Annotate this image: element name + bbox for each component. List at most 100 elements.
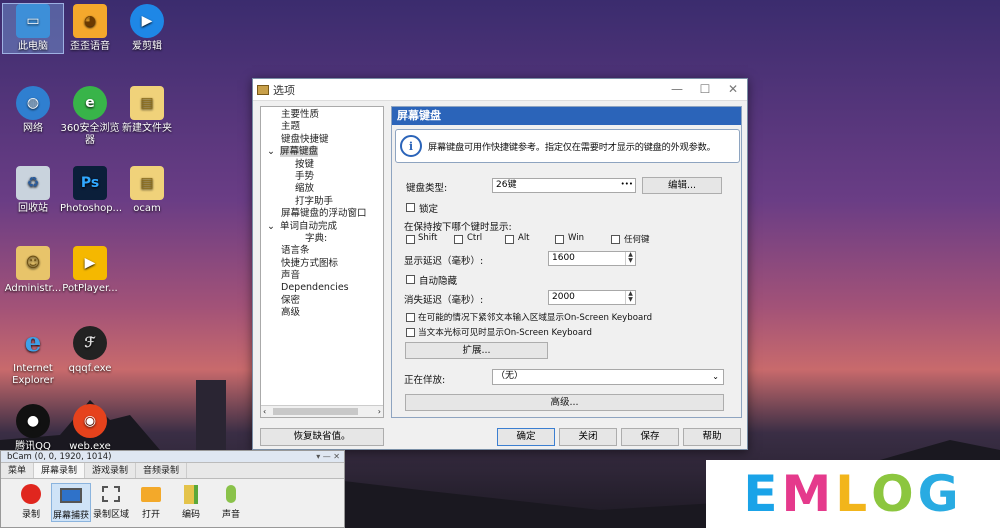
any-key-checkbox[interactable] [611, 235, 620, 244]
tree-item[interactable]: ⌄ 单词自动完成 [261, 221, 383, 233]
settings-tree: 主要性质 主题 键盘快捷键 ⌄ 屏幕键盘 按键 手势 缩放 打字助手 屏幕键盘的浮… [260, 106, 384, 418]
area-select-icon [99, 483, 123, 505]
desktop-icon-web[interactable]: ◉ web.exe [60, 404, 120, 453]
penguin-icon: ● [16, 404, 50, 438]
desktop-icon-potplayer[interactable]: ▶ PotPlayer... [60, 246, 120, 295]
desktop-icon-aijianji[interactable]: ▶ 爱剪辑 [117, 4, 177, 53]
expand-button[interactable]: 扩展... [405, 342, 548, 359]
close-button[interactable]: 关闭 [559, 428, 617, 446]
show-delay-input[interactable]: 1600 ▲ ▼ [548, 251, 636, 266]
tree-item[interactable]: 字典: [261, 233, 383, 245]
tree-item[interactable]: 屏幕键盘的浮动窗口 [261, 208, 383, 220]
desktop-icon-new-folder[interactable]: ▤ 新建文件夹 [117, 86, 177, 135]
spinner-icon[interactable]: ▲ ▼ [625, 252, 635, 265]
globe-icon: ◍ [16, 86, 50, 120]
panel-title: 屏幕键盘 [392, 107, 741, 125]
mascot-icon: ◉ [73, 404, 107, 438]
win-checkbox[interactable] [555, 235, 564, 244]
auto-hide-checkbox[interactable] [406, 275, 415, 284]
desktop-icon-network[interactable]: ◍ 网络 [3, 86, 63, 135]
folder-icon [139, 483, 163, 505]
tab-game-record[interactable]: 游戏录制 [85, 463, 137, 478]
tree-item[interactable]: 保密 [261, 295, 383, 307]
tree-horizontal-scrollbar[interactable]: ‹ › [261, 404, 383, 417]
keyboard-app-icon [257, 84, 269, 95]
tree-item[interactable]: 主题 [261, 121, 383, 133]
open-button[interactable]: 打开 [131, 483, 171, 522]
emlog-logo: E M L O G [706, 460, 1000, 528]
scroll-right-icon[interactable]: › [378, 406, 381, 417]
tree-item[interactable]: 键盘快捷键 [261, 134, 383, 146]
desktop-icon-administrator[interactable]: ☺ Administr... [3, 246, 63, 295]
keyboard-type-field[interactable]: 26键 ••• [492, 178, 636, 193]
microphone-icon [219, 483, 243, 505]
desktop-icon-ocam[interactable]: ▤ ocam [117, 166, 177, 215]
ok-button[interactable]: 确定 [497, 428, 555, 446]
tab-audio-record[interactable]: 音频录制 [136, 463, 188, 478]
tab-menu[interactable]: 菜单 [1, 463, 35, 478]
desktop-icon-this-pc[interactable]: ▭ 此电脑 [2, 3, 64, 54]
advanced-button[interactable]: 高级... [405, 394, 724, 411]
desktop-icon-ie[interactable]: e Internet Explorer [3, 326, 63, 387]
chevron-down-icon: ⌄ [267, 220, 275, 232]
recorder-window: bCam (0, 0, 1920, 1014) ▾ — ✕ 菜单 屏幕录制 游戏… [0, 450, 345, 528]
tree-item[interactable]: 手势 [261, 171, 383, 183]
desktop-icon-yy[interactable]: ◕ 歪歪语音 [60, 4, 120, 53]
internet-explorer-icon: e [24, 328, 42, 358]
tree-item[interactable]: 按键 [261, 159, 383, 171]
spinner-icon[interactable]: ▲ ▼ [625, 291, 635, 304]
alt-checkbox[interactable] [505, 235, 514, 244]
tab-screen-record[interactable]: 屏幕录制 [34, 463, 86, 478]
tree-item[interactable]: Dependencies [261, 282, 383, 294]
cursor-visible-checkbox[interactable] [406, 328, 415, 337]
tree-item[interactable]: 高级 [261, 307, 383, 319]
tree-item[interactable]: 声音 [261, 270, 383, 282]
dialog-titlebar[interactable]: 选项 — ☐ ✕ [253, 79, 747, 101]
tree-item[interactable]: 快捷方式图标 [261, 258, 383, 270]
tree-item[interactable]: 打字助手 [261, 196, 383, 208]
close-icon[interactable]: ✕ [719, 79, 747, 99]
shift-checkbox[interactable] [406, 235, 415, 244]
settings-panel: 屏幕键盘 i 屏幕键盘可用作快捷键参考。指定仅在需要时才显示的键盘的外观参数。 … [391, 106, 742, 418]
lock-checkbox[interactable] [406, 203, 415, 212]
playing-label: 正在佯放: [404, 375, 446, 386]
window-controls-icon[interactable]: ▾ — ✕ [316, 451, 340, 463]
edit-button[interactable]: 编辑... [642, 177, 722, 194]
desktop-icon-qq[interactable]: ● 腾讯QQ [3, 404, 63, 453]
record-button[interactable]: 录制 [11, 483, 51, 522]
playing-select[interactable]: （无） ⌄ [492, 369, 724, 385]
hold-key-label: 在保持按下哪个键时显示: [404, 222, 512, 233]
desktop-icon-360[interactable]: e 360安全浏览器 [60, 86, 120, 147]
minimize-icon[interactable]: — [663, 79, 691, 99]
tree-item-selected[interactable]: ⌄ 屏幕键盘 [261, 146, 383, 158]
info-icon: i [400, 135, 422, 157]
maximize-icon[interactable]: ☐ [691, 79, 719, 99]
scroll-left-icon[interactable]: ‹ [263, 406, 266, 417]
scroll-thumb[interactable] [273, 407, 358, 415]
desktop-icon-photoshop[interactable]: Ps Photoshop... [60, 166, 122, 215]
browse-ellipsis-icon[interactable]: ••• [621, 178, 633, 191]
record-area-button[interactable]: 录制区域 [91, 483, 131, 522]
show-delay-label: 显示延迟（毫秒）: [404, 256, 484, 267]
tree-item[interactable]: 主要性质 [261, 109, 383, 121]
ctrl-checkbox[interactable] [454, 235, 463, 244]
user-folder-icon: ☺ [16, 246, 50, 280]
screen-capture-button[interactable]: 屏幕捕获 [51, 483, 91, 522]
near-input-checkbox[interactable] [406, 313, 415, 322]
recorder-titlebar[interactable]: bCam (0, 0, 1920, 1014) ▾ — ✕ [1, 451, 344, 463]
logo-letter: E [743, 465, 782, 523]
help-button[interactable]: 帮助 [683, 428, 741, 446]
logo-letter: G [917, 465, 963, 523]
desktop-icon-recycle-bin[interactable]: ♻ 回收站 [3, 166, 63, 215]
sound-button[interactable]: 声音 [211, 483, 251, 522]
desktop-icon-qqqf[interactable]: ℱ qqqf.exe [60, 326, 120, 375]
tree-item[interactable]: 语言条 [261, 245, 383, 257]
save-button[interactable]: 保存 [621, 428, 679, 446]
tree-item[interactable]: 缩放 [261, 183, 383, 195]
encode-button[interactable]: 编码 [171, 483, 211, 522]
restore-defaults-button[interactable]: 恢复缺省值。 [260, 428, 384, 446]
computer-icon: ▭ [16, 4, 50, 38]
browser-icon: e [73, 86, 107, 120]
info-box: i 屏幕键盘可用作快捷键参考。指定仅在需要时才显示的键盘的外观参数。 [395, 129, 740, 163]
hide-delay-input[interactable]: 2000 ▲ ▼ [548, 290, 636, 305]
